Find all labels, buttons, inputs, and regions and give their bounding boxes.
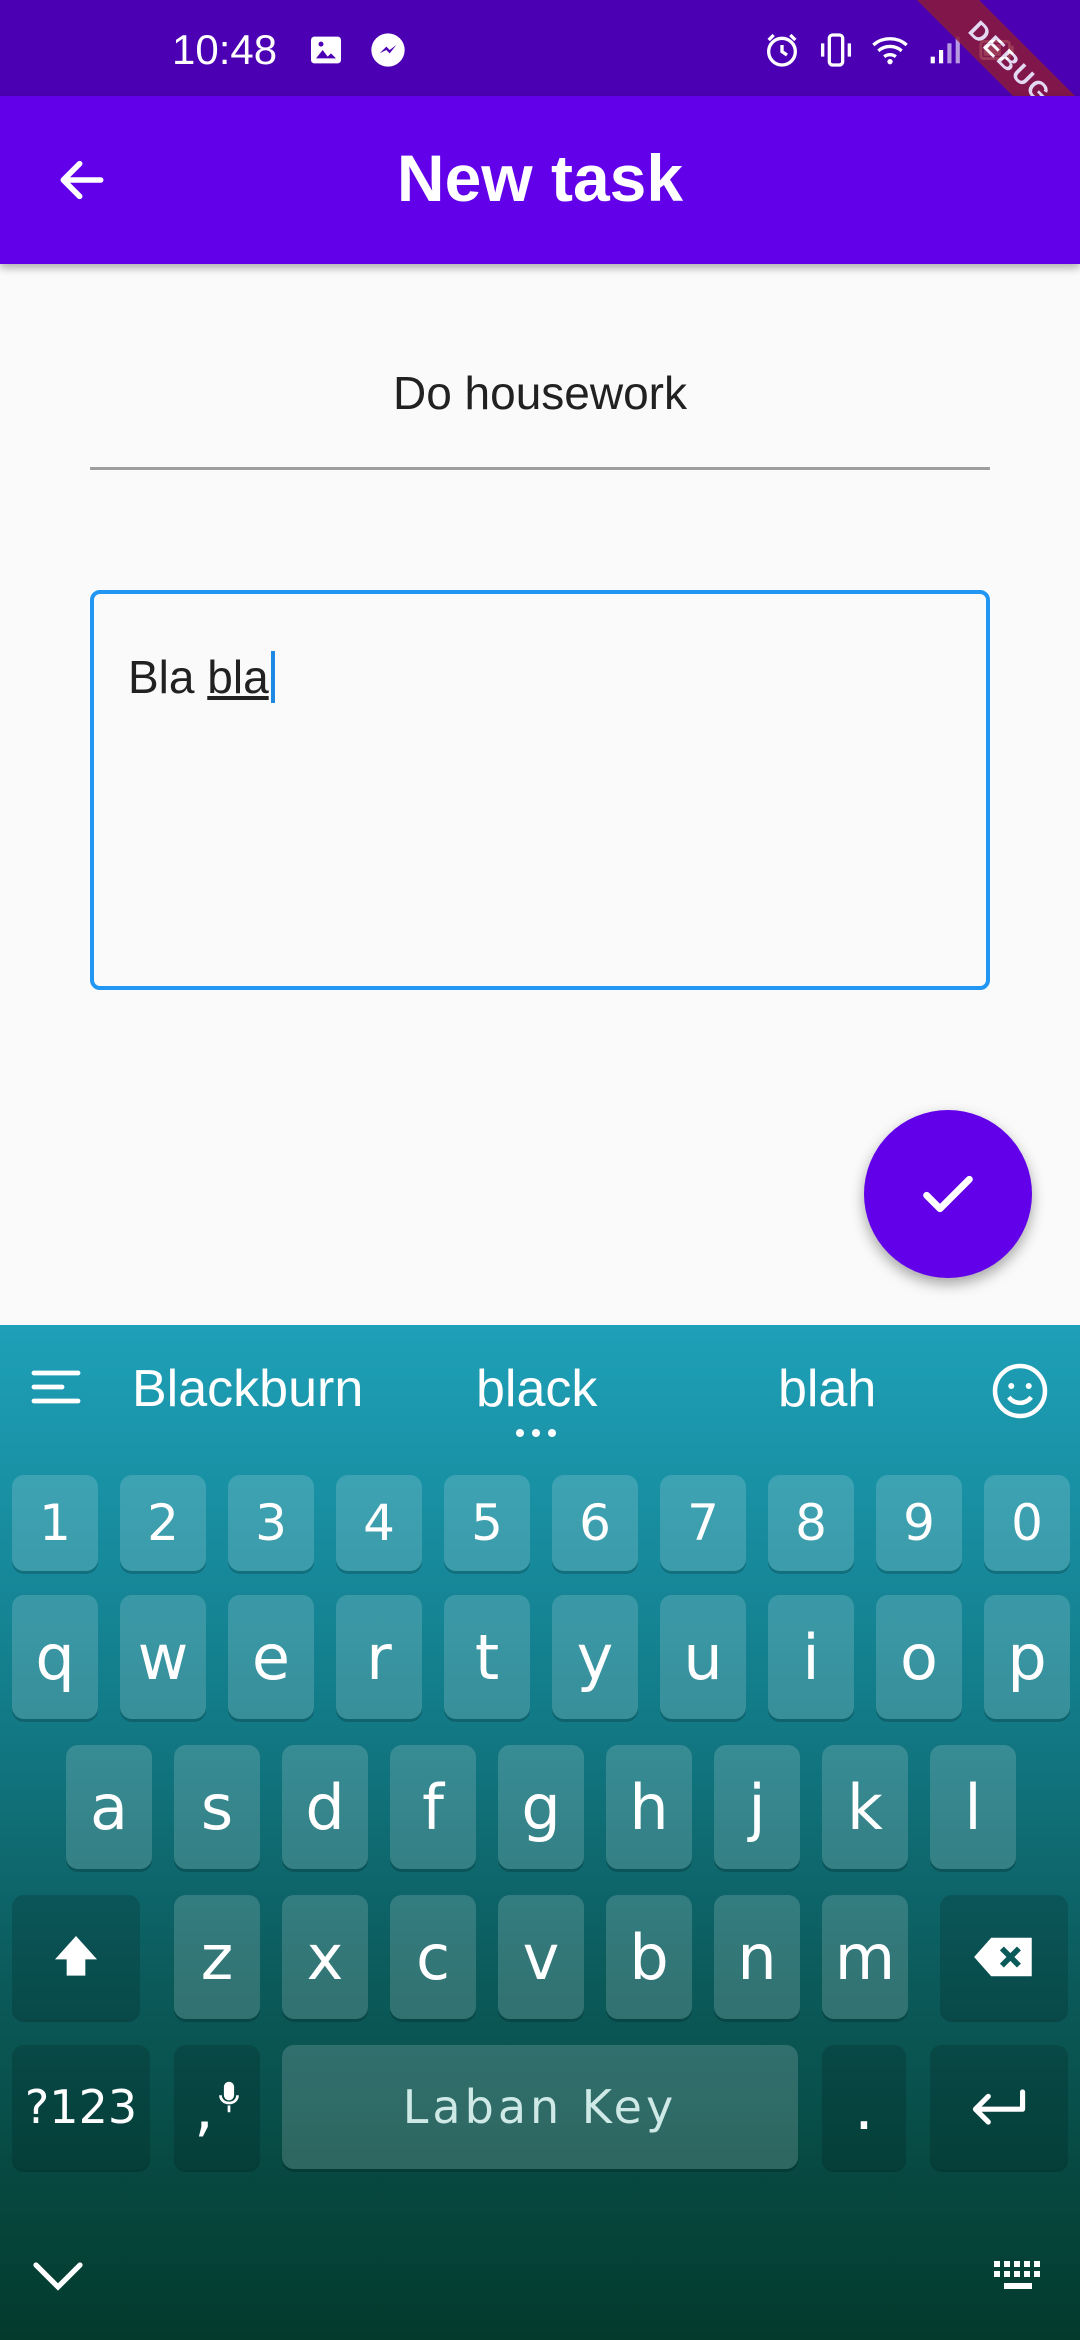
app-bar: New task xyxy=(0,96,1080,264)
image-icon xyxy=(311,36,341,64)
key-l[interactable]: l xyxy=(930,1745,1016,1869)
key-a[interactable]: a xyxy=(66,1745,152,1869)
key-f[interactable]: f xyxy=(390,1745,476,1869)
task-title-field[interactable] xyxy=(90,360,990,470)
shift-icon xyxy=(55,1936,97,1976)
soft-keyboard: Blackburn black blah 1234567890qwertyuio… xyxy=(0,1325,1080,2340)
key-g[interactable]: g xyxy=(498,1745,584,1869)
key-r[interactable]: r xyxy=(336,1595,422,1719)
key-o[interactable]: o xyxy=(876,1595,962,1719)
key-c[interactable]: c xyxy=(390,1895,476,2019)
status-notification-icons xyxy=(306,30,408,70)
task-description-text[interactable]: Bla bla xyxy=(128,650,275,704)
symbols-key[interactable]: ?123 xyxy=(12,2045,150,2169)
key-z[interactable]: z xyxy=(174,1895,260,2019)
key-0[interactable]: 0 xyxy=(984,1475,1070,1571)
page-title: New task xyxy=(396,141,684,215)
text-caret xyxy=(270,651,275,703)
comma-key[interactable]: , xyxy=(174,2045,260,2169)
key-x[interactable]: x xyxy=(282,1895,368,2019)
enter-icon xyxy=(972,2089,1026,2125)
key-8[interactable]: 8 xyxy=(768,1475,854,1571)
status-bar: 10:48 DEBUG xyxy=(0,0,1080,177)
shift-key[interactable] xyxy=(12,1895,140,2019)
key-7[interactable]: 7 xyxy=(660,1475,746,1571)
enter-key[interactable] xyxy=(930,2045,1068,2169)
key-j[interactable]: j xyxy=(714,1745,800,1869)
key-3[interactable]: 3 xyxy=(228,1475,314,1571)
keyboard-switch-icon[interactable] xyxy=(990,2255,1046,2295)
key-s[interactable]: s xyxy=(174,1745,260,1869)
key-t[interactable]: t xyxy=(444,1595,530,1719)
suggestion-1[interactable]: Blackburn xyxy=(132,1359,363,1419)
key-v[interactable]: v xyxy=(498,1895,584,2019)
vibrate-icon xyxy=(821,33,851,67)
key-k[interactable]: k xyxy=(822,1745,908,1869)
suggestion-3[interactable]: blah xyxy=(778,1359,876,1419)
suggestion-2[interactable]: black xyxy=(476,1359,597,1419)
mic-icon xyxy=(218,2081,239,2113)
key-d[interactable]: d xyxy=(282,1745,368,1869)
key-6[interactable]: 6 xyxy=(552,1475,638,1571)
task-title-input[interactable] xyxy=(90,360,990,420)
description-text-plain: Bla xyxy=(128,651,208,703)
key-4[interactable]: 4 xyxy=(336,1475,422,1571)
task-description-field[interactable]: Bla bla xyxy=(90,590,990,990)
period-key[interactable]: . xyxy=(822,2045,906,2169)
comma-label: , xyxy=(194,2070,214,2144)
key-w[interactable]: w xyxy=(120,1595,206,1719)
key-2[interactable]: 2 xyxy=(120,1475,206,1571)
key-b[interactable]: b xyxy=(606,1895,692,2019)
chevron-down-icon[interactable] xyxy=(30,2255,86,2295)
key-y[interactable]: y xyxy=(552,1595,638,1719)
key-h[interactable]: h xyxy=(606,1745,692,1869)
alarm-icon xyxy=(767,33,797,67)
suggestion-bar: Blackburn black blah xyxy=(0,1325,1080,1450)
key-u[interactable]: u xyxy=(660,1595,746,1719)
key-m[interactable]: m xyxy=(822,1895,908,2019)
key-n[interactable]: n xyxy=(714,1895,800,2019)
key-9[interactable]: 9 xyxy=(876,1475,962,1571)
backspace-key[interactable] xyxy=(940,1895,1068,2019)
backspace-icon xyxy=(974,1937,1032,1977)
space-key[interactable]: Laban Key xyxy=(282,2045,798,2169)
messenger-icon xyxy=(371,33,405,67)
emoji-icon[interactable] xyxy=(990,1361,1050,1421)
more-suggestions-dots[interactable] xyxy=(516,1429,556,1437)
key-p[interactable]: p xyxy=(984,1595,1070,1719)
description-composing-word: bla xyxy=(207,651,269,703)
status-time: 10:48 xyxy=(172,26,278,73)
menu-icon[interactable] xyxy=(30,1367,82,1407)
key-5[interactable]: 5 xyxy=(444,1475,530,1571)
key-e[interactable]: e xyxy=(228,1595,314,1719)
key-1[interactable]: 1 xyxy=(12,1475,98,1571)
key-i[interactable]: i xyxy=(768,1595,854,1719)
check-icon xyxy=(923,1175,973,1213)
key-q[interactable]: q xyxy=(12,1595,98,1719)
wifi-icon xyxy=(872,37,908,65)
save-task-button[interactable] xyxy=(864,1110,1032,1278)
